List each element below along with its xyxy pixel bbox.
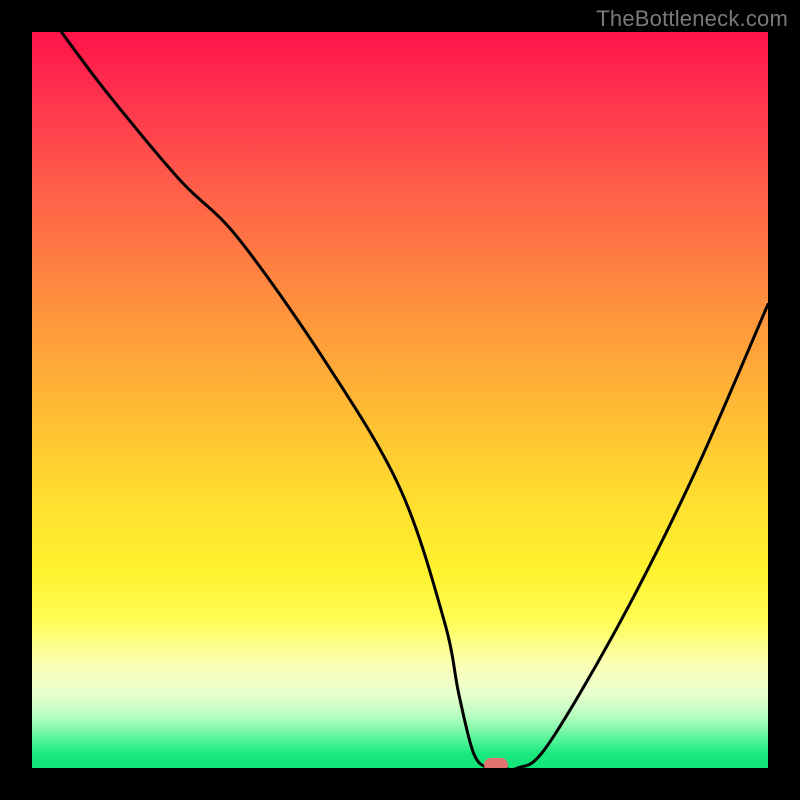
chart-plot-area [32, 32, 768, 768]
optimum-marker [484, 758, 508, 768]
watermark-text: TheBottleneck.com [596, 6, 788, 32]
bottleneck-curve [32, 32, 768, 768]
